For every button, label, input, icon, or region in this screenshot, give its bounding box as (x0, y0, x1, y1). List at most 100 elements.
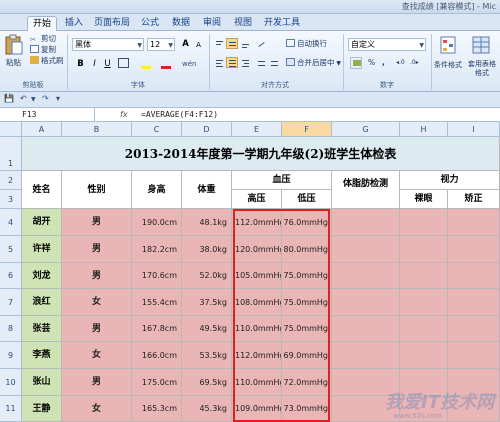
fill-color-button[interactable] (140, 57, 153, 69)
cell-gender[interactable]: 女 (62, 396, 132, 422)
cell-height[interactable]: 167.8cm (132, 316, 182, 342)
format-as-table-button[interactable] (472, 35, 492, 57)
header-height[interactable]: 身高 (132, 171, 182, 209)
cell-weight[interactable]: 38.0kg (182, 236, 232, 263)
cell-name[interactable]: 许祥 (22, 236, 62, 263)
cell-weight[interactable]: 52.0kg (182, 263, 232, 289)
tab-insert[interactable]: 插入 (60, 16, 88, 31)
header-blood-pressure[interactable]: 血压 (232, 171, 332, 190)
row-header-5[interactable]: 5 (0, 236, 22, 263)
cell-body-fat[interactable] (332, 236, 400, 263)
format-painter-button[interactable]: 格式刷 (30, 56, 64, 66)
percent-button[interactable]: % (368, 58, 375, 68)
cell-low-pressure[interactable]: 72.0mmHg (282, 369, 332, 396)
cell-weight[interactable]: 48.1kg (182, 209, 232, 236)
row-header-1[interactable]: 1 (0, 137, 22, 171)
cell-body-fat[interactable] (332, 289, 400, 316)
cell-naked-eye[interactable] (400, 263, 448, 289)
cell-name[interactable]: 刘龙 (22, 263, 62, 289)
header-high-pressure[interactable]: 高压 (232, 190, 282, 209)
column-header-h[interactable]: H (400, 122, 448, 137)
row-header-2[interactable]: 2 (0, 171, 22, 190)
cell-high-pressure[interactable]: 112.0mmHg (232, 209, 282, 236)
cell-height[interactable]: 182.2cm (132, 236, 182, 263)
cell-gender[interactable]: 男 (62, 263, 132, 289)
cell-corrected[interactable] (448, 236, 500, 263)
wrap-text-button[interactable]: 自动换行 (286, 39, 327, 49)
increase-indent-button[interactable] (268, 57, 280, 68)
conditional-format-button[interactable] (440, 35, 458, 57)
cell-gender[interactable]: 男 (62, 236, 132, 263)
borders-button[interactable] (118, 58, 129, 68)
cell-naked-eye[interactable] (400, 236, 448, 263)
tab-developer[interactable]: 开发工具 (260, 16, 304, 31)
cut-button[interactable]: ✂ 剪切 (30, 34, 56, 44)
tab-formulas[interactable]: 公式 (136, 16, 164, 31)
cell-height[interactable]: 170.6cm (132, 263, 182, 289)
decrease-decimal-button[interactable]: .0▸ (410, 58, 419, 68)
cell-gender[interactable]: 女 (62, 289, 132, 316)
header-name[interactable]: 姓名 (22, 171, 62, 209)
header-vision[interactable]: 视力 (400, 171, 500, 190)
cell-body-fat[interactable] (332, 209, 400, 236)
cell-name[interactable]: 张芸 (22, 316, 62, 342)
cell-height[interactable]: 166.0cm (132, 342, 182, 369)
cell-name[interactable]: 浪红 (22, 289, 62, 316)
cell-weight[interactable]: 69.5kg (182, 369, 232, 396)
column-header-f[interactable]: F (282, 122, 332, 137)
font-color-button[interactable] (160, 57, 173, 69)
cell-naked-eye[interactable] (400, 342, 448, 369)
customize-toolbar-icon[interactable]: ▾ (56, 94, 60, 103)
row-header-3[interactable]: 3 (0, 190, 22, 209)
row-header-6[interactable]: 6 (0, 263, 22, 289)
cell-body-fat[interactable] (332, 342, 400, 369)
cell-corrected[interactable] (448, 342, 500, 369)
column-header-c[interactable]: C (132, 122, 182, 137)
cell-low-pressure[interactable]: 75.0mmHg (282, 263, 332, 289)
copy-button[interactable]: 复制 (30, 45, 56, 55)
cell-high-pressure[interactable]: 110.0mmHg (232, 316, 282, 342)
header-low-pressure[interactable]: 低压 (282, 190, 332, 209)
row-header-8[interactable]: 8 (0, 316, 22, 342)
cell-height[interactable]: 175.0cm (132, 369, 182, 396)
currency-button[interactable] (350, 57, 362, 69)
cell-low-pressure[interactable]: 76.0mmHg (282, 209, 332, 236)
italic-button[interactable]: I (88, 58, 101, 70)
cell-body-fat[interactable] (332, 263, 400, 289)
row-header-11[interactable]: 11 (0, 396, 22, 422)
spreadsheet-grid[interactable]: A B C D E F G H I 1 2 3 4 5 6 7 8 9 10 1… (0, 122, 500, 422)
merge-center-button[interactable]: 合并后居中 ▼ (286, 58, 341, 69)
underline-button[interactable]: U (101, 58, 114, 70)
cell-gender[interactable]: 男 (62, 369, 132, 396)
cell-gender[interactable]: 男 (62, 316, 132, 342)
cell-height[interactable]: 190.0cm (132, 209, 182, 236)
redo-icon[interactable]: ↷ (42, 94, 49, 103)
row-header-7[interactable]: 7 (0, 289, 22, 316)
align-bottom-button[interactable] (239, 38, 251, 49)
increase-decimal-button[interactable]: ◂.0 (396, 58, 405, 68)
save-icon[interactable]: 💾 (4, 94, 14, 103)
grow-font-button[interactable]: A (179, 38, 192, 50)
cell-low-pressure[interactable]: 80.0mmHg (282, 236, 332, 263)
column-header-g[interactable]: G (332, 122, 400, 137)
column-header-e[interactable]: E (232, 122, 282, 137)
column-header-b[interactable]: B (62, 122, 132, 137)
align-top-button[interactable] (213, 38, 225, 49)
header-weight[interactable]: 体重 (182, 171, 232, 209)
comma-button[interactable]: , (382, 58, 385, 68)
cell-naked-eye[interactable] (400, 289, 448, 316)
tab-home[interactable]: 开始 (27, 16, 57, 31)
cell-weight[interactable]: 37.5kg (182, 289, 232, 316)
cell-weight[interactable]: 49.5kg (182, 316, 232, 342)
number-format-combo[interactable]: 自定义 ▼ (348, 38, 426, 51)
cell-gender[interactable]: 男 (62, 209, 132, 236)
sheet-title[interactable]: 2013-2014年度第一学期九年级(2)班学生体检表 (22, 137, 500, 171)
cell-low-pressure[interactable]: 75.0mmHg (282, 316, 332, 342)
row-header-9[interactable]: 9 (0, 342, 22, 369)
decrease-indent-button[interactable] (255, 57, 267, 68)
cell-weight[interactable]: 45.3kg (182, 396, 232, 422)
cell-low-pressure[interactable]: 75.0mmHg (282, 289, 332, 316)
cell-corrected[interactable] (448, 316, 500, 342)
align-left-button[interactable] (213, 57, 225, 68)
cell-high-pressure[interactable]: 112.0mmHg (232, 342, 282, 369)
